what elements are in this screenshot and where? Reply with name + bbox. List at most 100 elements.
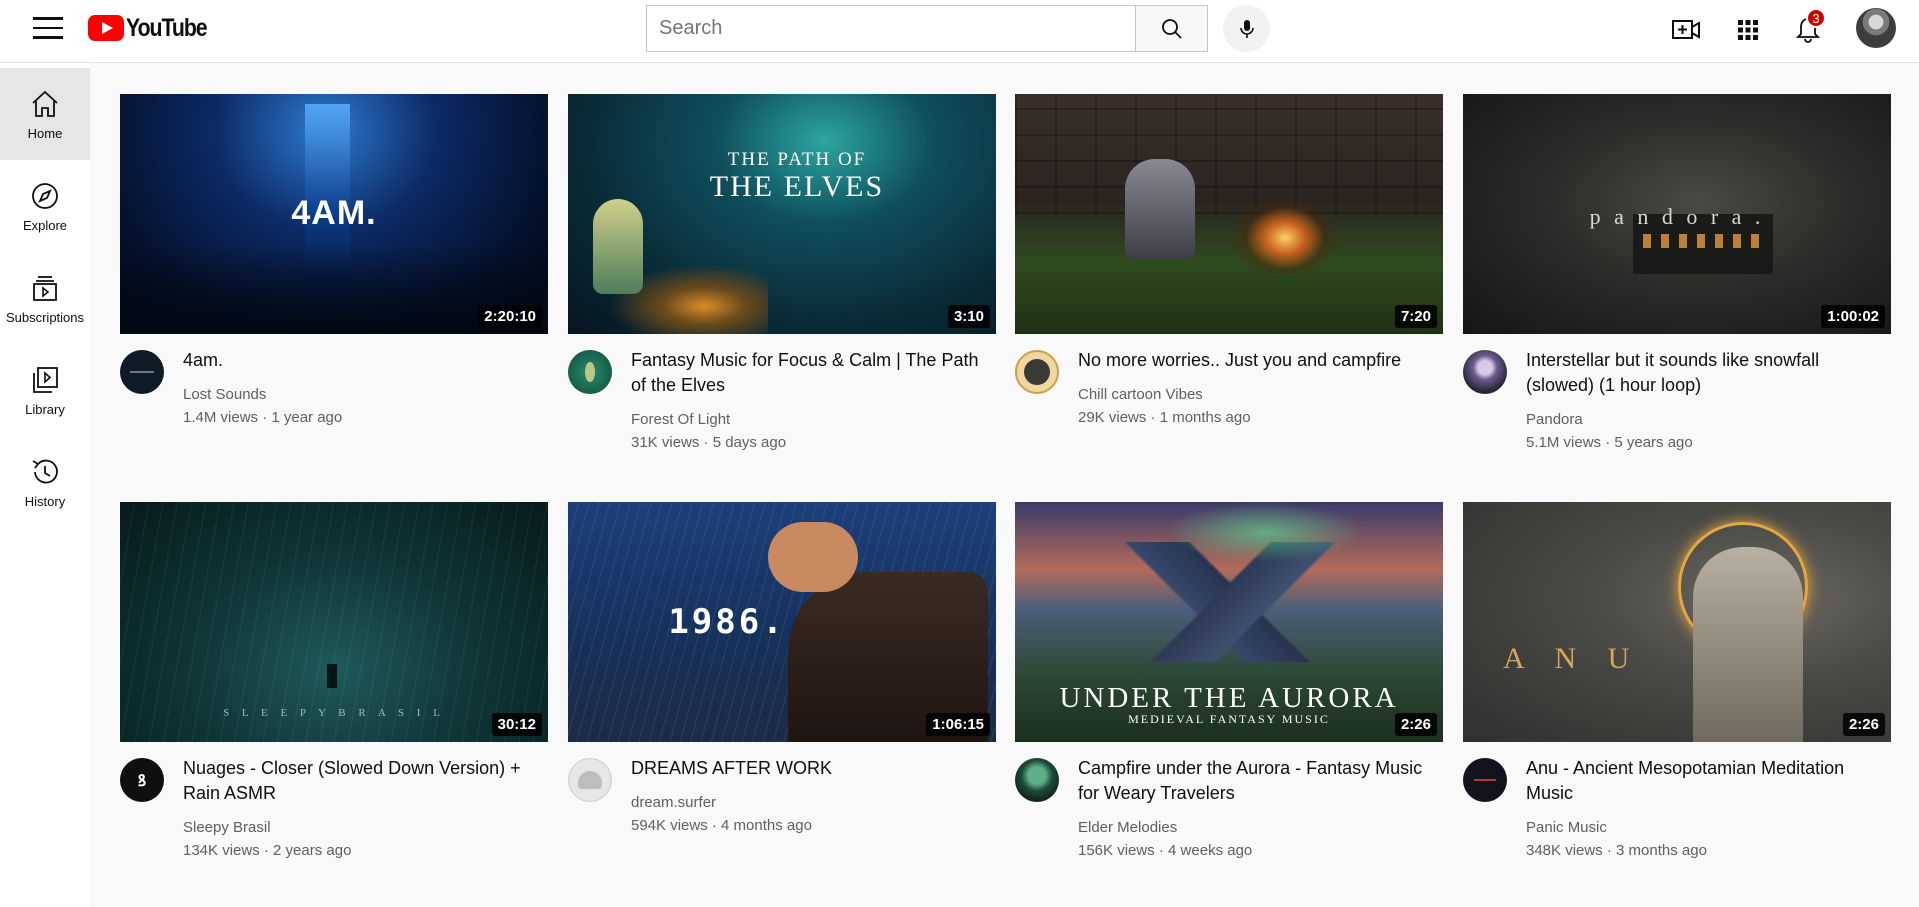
video-thumbnail[interactable]: 7:20 xyxy=(1015,94,1443,334)
microphone-icon xyxy=(1239,19,1254,38)
menu-icon[interactable] xyxy=(28,13,68,43)
thumbnail-subtitle-text: MEDIEVAL FANTASY MUSIC xyxy=(1128,712,1330,726)
apps-button[interactable] xyxy=(1730,12,1766,48)
library-icon xyxy=(33,366,58,393)
thumbnail-subtitle-text: THE PATH OF xyxy=(727,149,867,170)
video-thumbnail[interactable]: UNDER THE AURORA MEDIEVAL FANTASY MUSIC … xyxy=(1015,502,1443,742)
aurora-glow xyxy=(1165,502,1365,562)
thumbnail-title-text: S L E E P Y B R A S I L xyxy=(223,707,445,719)
video-duration: 3:10 xyxy=(947,305,990,328)
thumbnail-title-text: 1986. xyxy=(668,602,786,642)
channel-avatar[interactable] xyxy=(568,758,612,802)
search-input[interactable] xyxy=(646,5,1135,52)
sidebar: Home Explore Subscriptions Library Histo… xyxy=(0,63,90,907)
channel-avatar[interactable] xyxy=(120,350,164,394)
video-title[interactable]: Fantasy Music for Focus & Calm | The Pat… xyxy=(631,348,996,398)
notification-badge: 3 xyxy=(1806,8,1826,28)
channel-name[interactable]: Panic Music xyxy=(1526,819,1607,836)
video-title[interactable]: Campfire under the Aurora - Fantasy Musi… xyxy=(1078,756,1443,806)
video-camera-add-icon xyxy=(1672,20,1700,39)
home-icon xyxy=(32,90,58,117)
history-icon xyxy=(32,459,58,483)
channel-logo-mark xyxy=(130,371,154,373)
video-meta: 134K views · 2 years ago xyxy=(183,842,352,859)
channel-avatar[interactable] xyxy=(1015,350,1059,394)
search-button[interactable] xyxy=(1135,5,1208,52)
video-title[interactable]: Interstellar but it sounds like snowfall… xyxy=(1526,348,1891,398)
video-duration: 30:12 xyxy=(491,713,542,736)
search-icon xyxy=(1161,18,1182,39)
video-title[interactable]: No more worries.. Just you and campfire xyxy=(1078,348,1443,373)
man-face xyxy=(768,522,858,592)
thumbnail-title-text: THE ELVES xyxy=(709,170,885,203)
youtube-logo[interactable]: YouTube xyxy=(88,14,221,42)
video-duration: 2:26 xyxy=(1842,713,1885,736)
video-duration: 2:20:10 xyxy=(478,305,542,328)
leaf-logo-mark xyxy=(585,362,595,382)
video-title[interactable]: DREAMS AFTER WORK xyxy=(631,756,996,781)
channel-avatar[interactable] xyxy=(1463,758,1507,802)
sidebar-item-label: Explore xyxy=(22,217,68,233)
sidebar-item-subscriptions[interactable]: Subscriptions xyxy=(0,252,90,344)
channel-logo-mark xyxy=(1474,779,1496,781)
channel-name[interactable]: Sleepy Brasil xyxy=(183,819,271,836)
channel-avatar[interactable]: ꝸ xyxy=(120,758,164,802)
thumbnail-title-text: p a n d o r a . xyxy=(1589,204,1765,229)
video-duration: 2:26 xyxy=(1394,713,1437,736)
channel-name[interactable]: Pandora xyxy=(1526,411,1583,428)
sidebar-item-label: History xyxy=(24,493,66,509)
video-duration: 1:00:02 xyxy=(1821,305,1885,328)
rain-overlay xyxy=(120,502,548,742)
sidebar-item-label: Subscriptions xyxy=(5,309,85,325)
video-thumbnail[interactable]: THE PATH OF THE ELVES 3:10 xyxy=(568,94,996,334)
video-thumbnail[interactable]: A N U 2:26 xyxy=(1463,502,1891,742)
search-bar xyxy=(646,5,1208,52)
channel-name[interactable]: Chill cartoon Vibes xyxy=(1078,386,1203,403)
channel-avatar[interactable] xyxy=(568,350,612,394)
video-thumbnail[interactable]: 1986. 1:06:15 xyxy=(568,502,996,742)
channel-avatar[interactable] xyxy=(1463,350,1507,394)
channel-name[interactable]: Forest Of Light xyxy=(631,411,730,428)
thumbnail-title-text: UNDER THE AURORA xyxy=(1059,682,1399,714)
channel-name[interactable]: Lost Sounds xyxy=(183,386,266,403)
sidebar-item-home[interactable]: Home xyxy=(0,68,90,160)
notifications-button[interactable]: 3 xyxy=(1790,8,1826,48)
figure-silhouette xyxy=(1693,547,1803,742)
thumbnail-title-text: 4AM. xyxy=(291,194,377,232)
youtube-play-icon xyxy=(88,15,124,41)
video-title[interactable]: 4am. xyxy=(183,348,548,373)
video-title[interactable]: Nuages - Closer (Slowed Down Version) + … xyxy=(183,756,548,806)
create-video-button[interactable] xyxy=(1668,12,1704,48)
sidebar-item-history[interactable]: History xyxy=(0,436,90,528)
video-thumbnail[interactable]: 4AM. 2:20:10 xyxy=(120,94,548,334)
sidebar-item-label: Home xyxy=(27,125,63,141)
video-meta: 31K views · 5 days ago xyxy=(631,434,787,451)
subscriptions-icon xyxy=(33,275,57,301)
knight-figure xyxy=(1125,159,1195,259)
video-meta: 594K views · 4 months ago xyxy=(631,817,812,834)
account-avatar[interactable] xyxy=(1856,8,1896,48)
sidebar-item-explore[interactable]: Explore xyxy=(0,160,90,252)
video-meta: 348K views · 3 months ago xyxy=(1526,842,1707,859)
channel-name[interactable]: Elder Melodies xyxy=(1078,819,1177,836)
video-meta: 156K views · 4 weeks ago xyxy=(1078,842,1253,859)
video-duration: 7:20 xyxy=(1394,305,1437,328)
channel-logo-mark xyxy=(578,771,602,789)
sidebar-item-library[interactable]: Library xyxy=(0,344,90,436)
voice-search-button[interactable] xyxy=(1223,5,1270,52)
compass-icon xyxy=(32,182,58,209)
video-thumbnail[interactable]: S L E E P Y B R A S I L 30:12 xyxy=(120,502,548,742)
video-meta: 29K views · 1 months ago xyxy=(1078,409,1251,426)
house-windows xyxy=(1643,234,1763,248)
video-thumbnail[interactable]: p a n d o r a . 1:00:02 xyxy=(1463,94,1891,334)
video-duration: 1:06:15 xyxy=(926,713,990,736)
thumbnail-title-text: A N U xyxy=(1503,642,1642,675)
video-meta: 5.1M views · 5 years ago xyxy=(1526,434,1693,451)
elf-figure xyxy=(593,199,643,294)
channel-avatar[interactable] xyxy=(1015,758,1059,802)
stone-wall xyxy=(1015,94,1443,214)
video-title[interactable]: Anu - Ancient Mesopotamian Meditation Mu… xyxy=(1526,756,1891,806)
channel-name[interactable]: dream.surfer xyxy=(631,794,716,811)
channel-logo-icon: ꝸ xyxy=(137,773,147,790)
apps-grid-icon xyxy=(1738,20,1758,40)
